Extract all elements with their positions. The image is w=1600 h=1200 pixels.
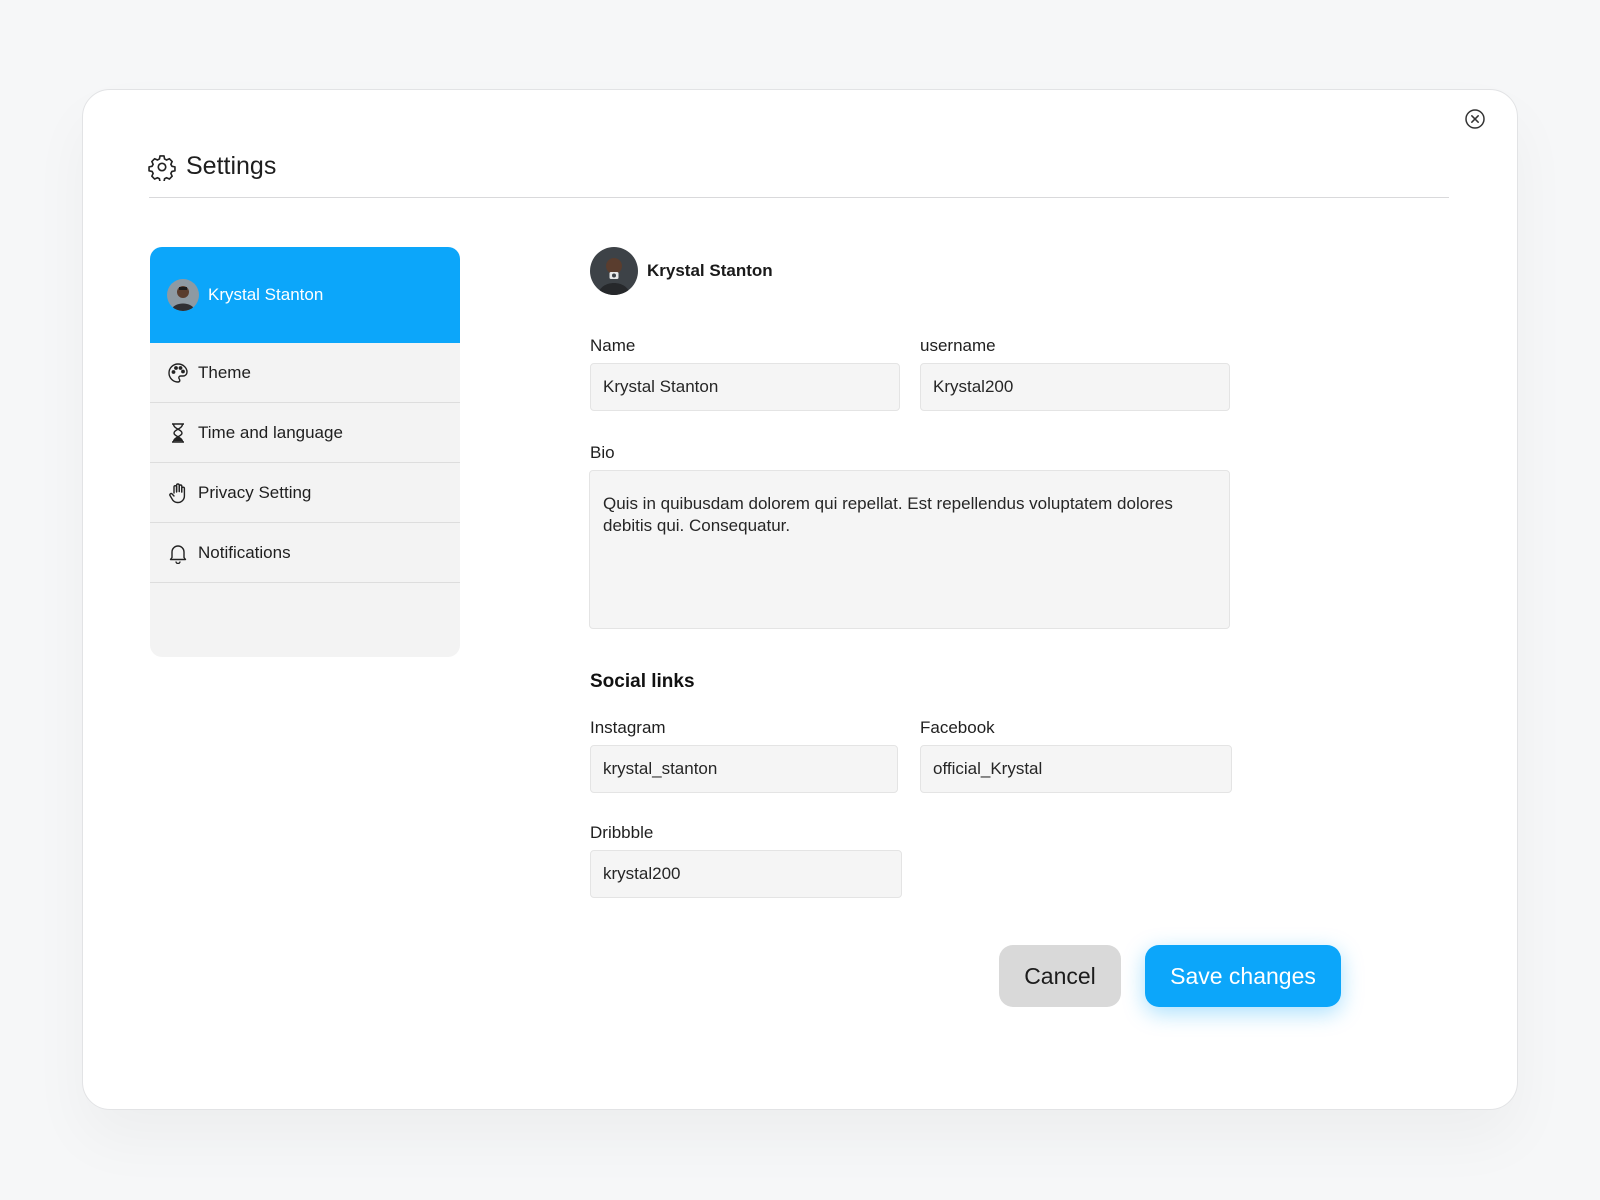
cancel-button[interactable]: Cancel [999, 945, 1121, 1007]
sidebar-item-theme[interactable]: Theme [150, 343, 460, 403]
username-input[interactable] [920, 363, 1230, 411]
sidebar-item-label: Notifications [198, 542, 291, 562]
dribbble-label: Dribbble [590, 823, 654, 842]
header-divider [149, 197, 1449, 198]
sidebar-item-label: Time and language [198, 422, 343, 442]
instagram-label: Instagram [590, 718, 666, 737]
avatar[interactable] [590, 247, 638, 295]
hourglass-icon [167, 422, 189, 444]
save-changes-button[interactable]: Save changes [1145, 945, 1341, 1007]
sidebar-profile-name: Krystal Stanton [208, 285, 324, 304]
social-links-title: Social links [590, 671, 695, 692]
settings-sidebar: Krystal Stanton Theme Time and language [150, 247, 460, 657]
dribbble-input[interactable] [590, 850, 902, 898]
page-title: Settings [186, 152, 277, 180]
sidebar-item-time-language[interactable]: Time and language [150, 403, 460, 463]
gear-icon [148, 154, 176, 181]
name-label: Name [590, 336, 636, 355]
instagram-input[interactable] [590, 745, 898, 793]
palette-icon [167, 362, 189, 384]
profile-row: Krystal Stanton [590, 247, 773, 295]
sidebar-item-profile[interactable]: Krystal Stanton [150, 247, 460, 343]
facebook-label: Facebook [920, 718, 995, 737]
bell-icon [167, 542, 189, 564]
close-button[interactable] [1463, 107, 1487, 131]
avatar [167, 279, 199, 311]
bio-label: Bio [590, 443, 615, 462]
name-input[interactable] [590, 363, 900, 411]
sidebar-item-label: Theme [198, 362, 251, 382]
close-circle-icon [1465, 109, 1485, 129]
username-label: username [920, 336, 996, 355]
profile-name: Krystal Stanton [647, 261, 773, 280]
sidebar-item-privacy[interactable]: Privacy Setting [150, 463, 460, 523]
sidebar-item-notifications[interactable]: Notifications [150, 523, 460, 583]
settings-header: Settings [148, 152, 276, 181]
sidebar-item-label: Privacy Setting [198, 482, 312, 502]
hand-icon [167, 482, 189, 504]
facebook-input[interactable] [920, 745, 1232, 793]
bio-textarea[interactable]: Quis in quibusdam dolorem qui repellat. … [589, 470, 1230, 629]
